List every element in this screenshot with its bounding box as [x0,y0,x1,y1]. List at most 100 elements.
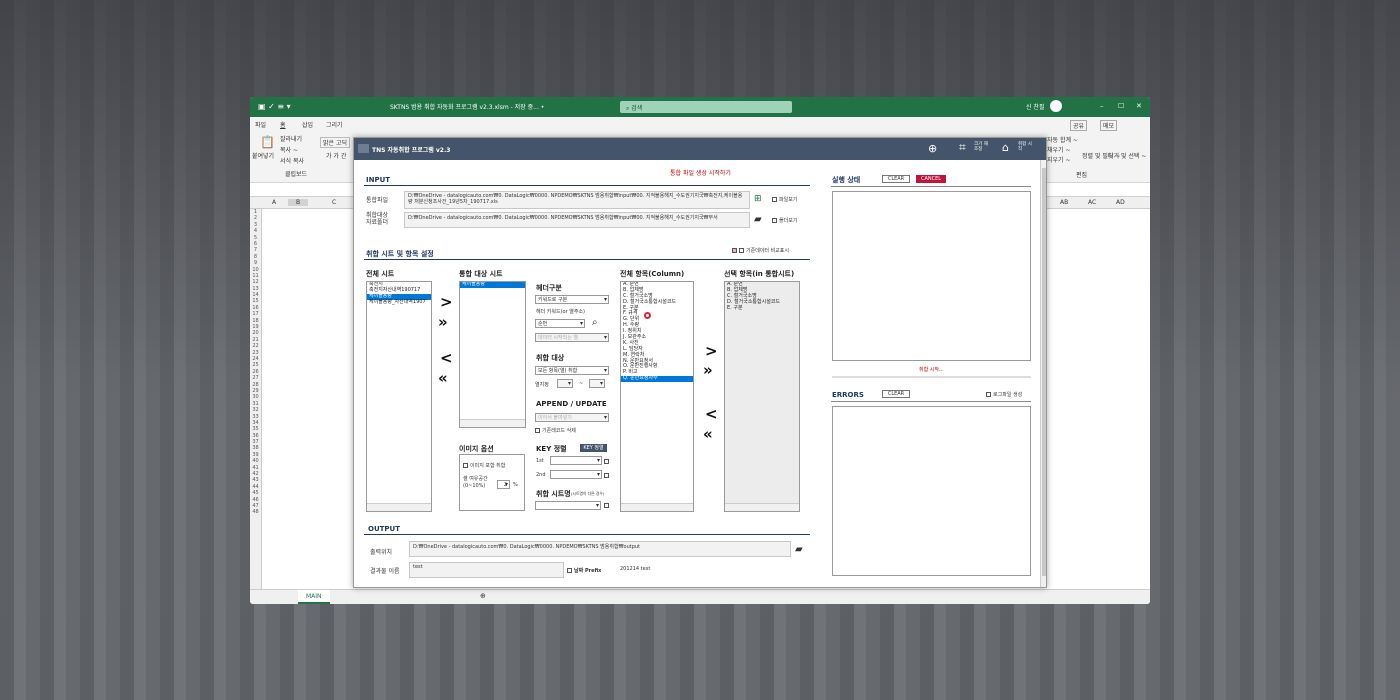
status-clear-button[interactable]: CLEAR [882,175,910,183]
format-painter-button[interactable]: 서식 복사 [280,156,304,165]
column-ac[interactable]: AC [1088,199,1096,206]
key-first-checkbox[interactable] [604,459,609,464]
all-sheets-list[interactable]: 축전지 축전지자산내역190717 케이블용량 케이블용량_자산내역1907 [366,281,432,512]
date-prefix-checkbox[interactable] [567,568,572,573]
fill-button[interactable]: 채우기 ~ [1047,145,1071,154]
remove-column-arrow-icon[interactable]: < [705,407,718,422]
all-columns-scrollbar[interactable] [621,503,693,511]
find-select-button[interactable]: 찾기 및 선택 ~ [1108,151,1146,160]
resize-button[interactable]: 크기 재조정 [974,142,988,152]
start-button[interactable]: 취합 시작 [1018,142,1032,152]
file-path-field[interactable]: D:₩OneDrive - datalogicauto.com₩0. DataL… [404,191,750,209]
output-name-label: 결과물 이름 [370,568,400,575]
column-b[interactable]: B [288,199,309,206]
remove-sheet-arrow-icon[interactable]: < [440,351,453,366]
dialog-scrollbar[interactable] [1040,160,1046,587]
add-all-columns-icon[interactable]: » [703,363,713,378]
sheetname-select[interactable] [535,501,601,510]
search-box[interactable]: ⌕ 검색 [620,101,792,113]
header-mode-select[interactable]: 키워드로 구분 [535,295,609,304]
file-view-checkbox[interactable] [772,197,777,202]
add-all-sheets-icon[interactable]: » [438,315,448,330]
excel-title: SKTNS 범용 취합 자동화 프로그램 v2.3.xlsm - 저장 중...… [390,104,545,111]
compare-checkbox-2[interactable] [739,248,744,253]
zoom-icon[interactable]: ⊕ [928,142,937,155]
errors-clear-button[interactable]: CLEAR [882,390,910,398]
column-ad[interactable]: AD [1116,199,1125,206]
close-icon[interactable]: ✕ [1136,102,1142,110]
row-to-input[interactable] [589,379,605,388]
sheet-tab-main[interactable]: MAIN [298,590,330,604]
search-label: 검색 [631,105,643,112]
log-file-checkbox[interactable] [986,392,991,397]
minimize-icon[interactable]: – [1100,102,1104,110]
key-sort-button[interactable]: KEY 정렬 [580,444,607,452]
output-name-input[interactable]: test [409,562,564,578]
folder-path-field[interactable]: D:₩OneDrive - datalogicauto.com₩0. DataL… [404,212,750,228]
header-keyword-label: 헤더 키워드(or 열주소) [536,309,585,315]
selected-column-item[interactable]: E. 구분 [725,305,799,312]
column-ab[interactable]: AB [1060,199,1068,206]
append-delete-checkbox[interactable] [535,428,540,433]
folder-icon[interactable]: ▰ [754,214,762,225]
share-button[interactable]: 공유 [1070,120,1088,131]
font-style-buttons[interactable]: 가 가 간 [326,151,346,160]
clear-button[interactable]: 지우기 ~ [1047,155,1071,164]
row-header[interactable]: 48 [250,509,261,515]
target-sheets-list[interactable]: 케이블용량 [459,281,526,428]
remove-all-columns-icon[interactable]: « [703,427,713,442]
row-range-label: 열지정 [535,382,549,388]
sheet-item[interactable]: 케이블용량_자산내역1907 [367,299,431,306]
all-columns-list[interactable]: A. 순번 B. 업체명 C. 철거국소명 D. 철거국소통합시설코드 E. 구분 F. … [620,281,694,512]
add-column-arrow-icon[interactable]: > [705,344,718,359]
column-item[interactable]: Q. 운반요청차수 [621,375,693,383]
target-sheet-item[interactable]: 케이블용량 [460,282,525,288]
tab-file[interactable]: 파일 [255,120,266,129]
selected-columns-scrollbar[interactable] [725,503,799,511]
memo-button[interactable]: 메모 [1100,120,1118,131]
key-second-checkbox[interactable] [604,473,609,478]
avatar[interactable] [1050,100,1062,112]
start-icon[interactable]: ⌂ [1002,141,1009,154]
image-include-checkbox[interactable] [463,463,468,468]
autosave-icon[interactable]: ▣ ✓ ≡ ▾ [258,102,291,111]
compare-checkbox[interactable] [732,248,737,253]
append-mode-select[interactable]: 이어서 붙여넣기 [535,413,609,422]
column-a[interactable]: A [272,199,276,206]
autosum-button[interactable]: 자동 합계 ~ [1047,135,1078,144]
folder-view-checkbox[interactable] [772,218,777,223]
output-path-field[interactable]: D:₩OneDrive - datalogicauto.com₩0. DataL… [409,541,791,557]
copy-button[interactable]: 복사 ~ [280,145,298,154]
resize-icon[interactable]: ⌗ [959,140,966,155]
font-name-select[interactable]: 맑은 고딕 [320,137,350,148]
maximize-icon[interactable]: ☐ [1118,102,1124,110]
cancel-button[interactable]: CANCEL [916,175,946,183]
target-sheets-scrollbar[interactable] [460,419,525,427]
input-divider [364,185,810,186]
tab-draw[interactable]: 그리기 [326,120,343,129]
paste-button[interactable]: 붙여넣기 [252,151,274,160]
sheetname-checkbox[interactable] [604,503,609,508]
key-first-select[interactable] [550,456,602,465]
tab-insert[interactable]: 삽입 [302,120,313,129]
excel-file-icon[interactable]: ⊞ [754,194,762,204]
remove-all-sheets-icon[interactable]: « [438,371,448,386]
search-icon[interactable]: ⌕ [592,317,598,328]
all-sheets-scrollbar[interactable] [367,503,431,511]
column-c[interactable]: C [332,199,336,206]
generate-link[interactable]: 통합 파일 생성 시작하기 [670,168,731,177]
cut-button[interactable]: 잘라내기 [280,134,302,143]
header-start-select[interactable]: 데이터 시작되는 열 [535,333,609,342]
dialog-scroll-thumb[interactable] [1042,168,1046,576]
key-second-select[interactable] [550,470,602,479]
add-sheet-icon[interactable]: ⊕ [480,592,486,600]
header-keyword-input[interactable]: 순번 [535,319,585,328]
tab-home[interactable]: 홈 [280,120,286,129]
image-margin-input[interactable]: 2 [497,480,510,489]
row-from-input[interactable] [557,379,573,388]
cursor-click-indicator [644,312,651,319]
selected-columns-list[interactable]: A. 순번 B. 업체명 C. 철거국소명 D. 철거국소통합시설코드 E. 구분 [724,281,800,512]
collect-mode-select[interactable]: 모든 항목(열) 취합 [535,366,609,375]
output-folder-icon[interactable]: ▰ [795,544,803,555]
add-sheet-arrow-icon[interactable]: > [440,295,453,310]
